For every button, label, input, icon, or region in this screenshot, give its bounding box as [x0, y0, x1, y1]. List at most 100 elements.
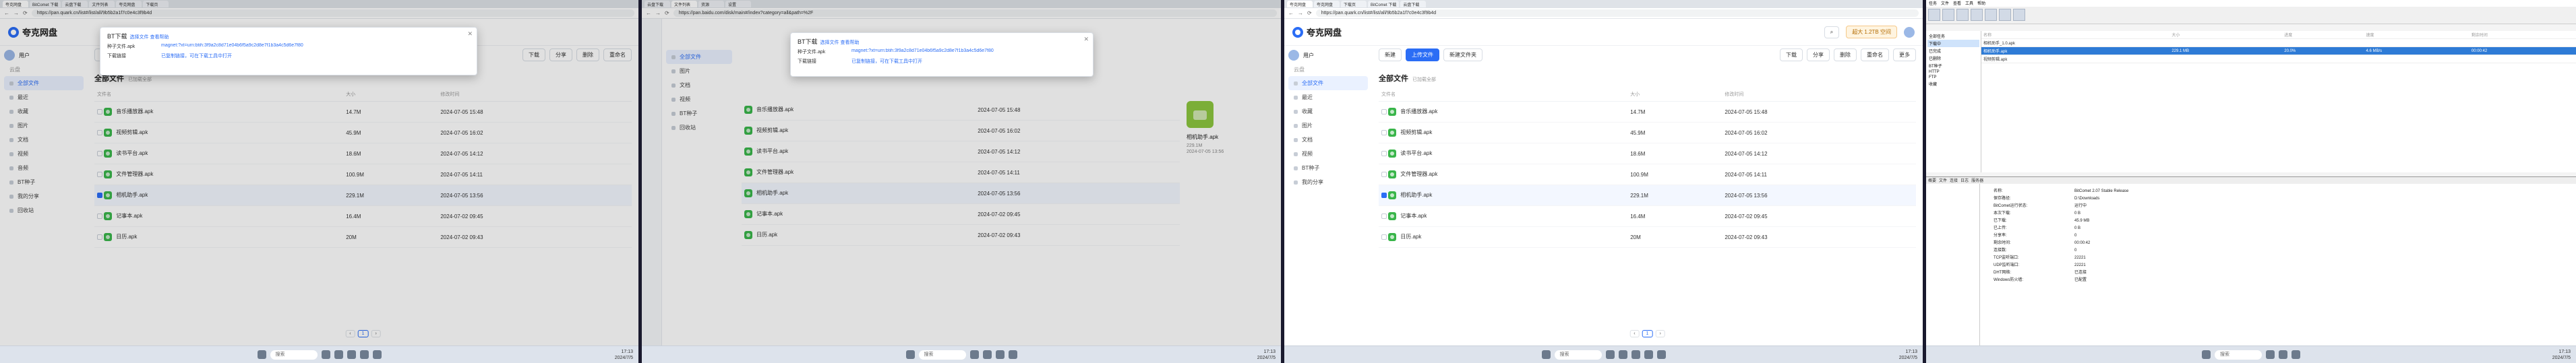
table-row[interactable]: 相机助手.apk 229.1 MB 20.0% 4.6 MB/s 00:00:42: [1981, 46, 2576, 55]
tab-log[interactable]: 日志: [1960, 177, 1969, 184]
table-row[interactable]: 相机助手_1.0.apk: [1981, 38, 2576, 47]
tree-item[interactable]: 下载中: [1927, 40, 1979, 47]
dialog-file-value[interactable]: magnet:?xt=urn:btih:3f9a2c8d71e04b6f5a9c…: [851, 48, 994, 55]
page-number[interactable]: 1: [1642, 330, 1653, 337]
table-row[interactable]: 视频剪辑.apk: [1981, 55, 2576, 63]
rename-button[interactable]: 重命名: [1861, 48, 1889, 61]
sidebar-item-recent[interactable]: 最近: [1288, 90, 1368, 104]
column-header[interactable]: 修改时间: [1722, 88, 1916, 102]
app-icon[interactable]: [359, 350, 369, 359]
new-button[interactable]: 新建: [1379, 48, 1402, 61]
column-header[interactable]: 大小: [2169, 31, 2283, 39]
row-checkbox[interactable]: [1381, 172, 1387, 177]
column-header[interactable]: 大小: [1627, 88, 1723, 102]
app-icon[interactable]: [1644, 350, 1653, 359]
row-checkbox[interactable]: [1381, 234, 1387, 240]
row-checkbox[interactable]: [1381, 109, 1387, 114]
tree-item[interactable]: HTTP: [1927, 69, 1979, 75]
explorer-icon[interactable]: [969, 350, 979, 359]
browser-tab[interactable]: 夸克网盘: [1314, 1, 1340, 7]
back-icon[interactable]: ←: [1288, 10, 1294, 16]
explorer-icon[interactable]: [321, 350, 330, 359]
explorer-icon[interactable]: [1605, 350, 1615, 359]
forward-icon[interactable]: →: [1298, 10, 1303, 16]
taskbar-search[interactable]: 搜索: [2215, 350, 2262, 360]
sidebar-item-all[interactable]: 全部文件: [1288, 76, 1368, 90]
tree-item[interactable]: 已删除: [1927, 55, 1979, 62]
start-icon[interactable]: [1956, 9, 1969, 21]
app-logo[interactable]: 夸克网盘: [1292, 26, 1342, 38]
taskbar-clock[interactable]: 17:13 2024/7/5: [1257, 349, 1276, 361]
column-header[interactable]: 速度: [2364, 31, 2469, 39]
app-icon[interactable]: [372, 350, 382, 359]
table-row[interactable]: 相机助手.apk 229.1M 2024-07-05 13:56: [1379, 185, 1916, 206]
sidebar-item-bt[interactable]: BT种子: [1288, 161, 1368, 175]
taskbar-search[interactable]: 搜索: [270, 350, 318, 360]
browser-tab[interactable]: 云盘下载: [1400, 1, 1427, 7]
dialog-file-value[interactable]: magnet:?xt=urn:btih:3f9a2c8d71e04b6f5a9c…: [161, 43, 303, 50]
column-header[interactable]: 名称: [1981, 31, 2170, 39]
download-button[interactable]: 下载: [1780, 48, 1803, 61]
start-icon[interactable]: [257, 350, 266, 359]
new-folder-button[interactable]: 新建文件夹: [1443, 48, 1482, 61]
app-icon[interactable]: [995, 350, 1005, 359]
taskbar-search[interactable]: 搜索: [1554, 350, 1602, 360]
table-row[interactable]: 读书平台.apk 18.6M 2024-07-05 14:12: [1379, 143, 1916, 164]
column-header[interactable]: 剩余时间: [2469, 31, 2576, 39]
app-icon[interactable]: [1631, 350, 1640, 359]
start-icon[interactable]: [905, 350, 915, 359]
taskbar-search[interactable]: 搜索: [918, 350, 966, 360]
pause-icon[interactable]: [1971, 9, 1983, 21]
tab-trackers[interactable]: 服务器: [1971, 177, 1983, 184]
menu-item[interactable]: 查看: [1953, 0, 1961, 7]
column-header[interactable]: 进度: [2282, 31, 2364, 39]
browser-tab[interactable]: BitComet 下载: [1368, 1, 1400, 7]
menu-item[interactable]: 文件: [1941, 0, 1949, 7]
tab-peers[interactable]: 连接: [1950, 177, 1958, 184]
app-icon[interactable]: [2292, 350, 2300, 359]
row-checkbox[interactable]: [1381, 193, 1387, 198]
start-icon[interactable]: [2202, 350, 2211, 359]
tab-files[interactable]: 文件: [1939, 177, 1947, 184]
app-icon[interactable]: [1008, 350, 1017, 359]
sidebar-item-video[interactable]: 视频: [1288, 147, 1368, 161]
sidebar-item-favorites[interactable]: 收藏: [1288, 104, 1368, 119]
delete-button[interactable]: 删除: [1834, 48, 1857, 61]
explorer-icon[interactable]: [2266, 350, 2275, 359]
new-task-icon[interactable]: [1928, 9, 1940, 21]
url-input[interactable]: https://pan.quark.cn/list#/list/all/9b5b…: [1315, 9, 1919, 17]
table-row[interactable]: 文件管理器.apk 100.9M 2024-07-05 14:11: [1379, 164, 1916, 185]
browser-icon[interactable]: [982, 350, 992, 359]
table-row[interactable]: 音乐播放器.apk 14.7M 2024-07-05 15:48: [1379, 101, 1916, 123]
open-torrent-icon[interactable]: [1942, 9, 1954, 21]
taskbar-clock[interactable]: 17:13 2024/7/5: [1899, 349, 1917, 361]
tree-item[interactable]: BT种子: [1927, 62, 1979, 69]
dialog-link-value[interactable]: 已复制链接，可在下载工具中打开: [161, 53, 232, 59]
browser-tab[interactable]: 下载页: [1341, 1, 1367, 7]
user-badge[interactable]: 用户: [1288, 50, 1368, 61]
share-button[interactable]: 分享: [1807, 48, 1830, 61]
dialog-hint[interactable]: 选择文件 查看帮助: [820, 40, 860, 45]
storage-upgrade-button[interactable]: 超大 1.2TB 空间: [1846, 26, 1897, 38]
tree-item[interactable]: 全部任务: [1927, 32, 1979, 40]
app-icon[interactable]: [347, 350, 356, 359]
browser-tab[interactable]: 夸克网盘: [1287, 1, 1313, 7]
browser-icon[interactable]: [334, 350, 343, 359]
browser-icon[interactable]: [2279, 350, 2287, 359]
column-header[interactable]: 文件名: [1379, 88, 1628, 102]
taskbar-clock[interactable]: 17:13 2024/7/5: [615, 349, 633, 361]
sidebar-item-docs[interactable]: 文档: [1288, 133, 1368, 147]
row-checkbox[interactable]: [1381, 130, 1387, 135]
tree-item[interactable]: FTP: [1927, 75, 1979, 80]
stop-icon[interactable]: [1985, 9, 1997, 21]
dialog-hint[interactable]: 选择文件 查看帮助: [130, 35, 169, 40]
close-icon[interactable]: ✕: [467, 30, 473, 38]
menu-item[interactable]: 帮助: [1977, 0, 1985, 7]
sidebar-item-images[interactable]: 图片: [1288, 119, 1368, 133]
search-files-input[interactable]: ⌕: [1824, 26, 1840, 38]
dialog-link-value[interactable]: 已复制链接，可在下载工具中打开: [851, 58, 922, 65]
avatar[interactable]: [1904, 26, 1915, 38]
delete-icon[interactable]: [1999, 9, 2011, 21]
row-checkbox[interactable]: [1381, 213, 1387, 219]
tree-item[interactable]: 已完成: [1927, 47, 1979, 55]
